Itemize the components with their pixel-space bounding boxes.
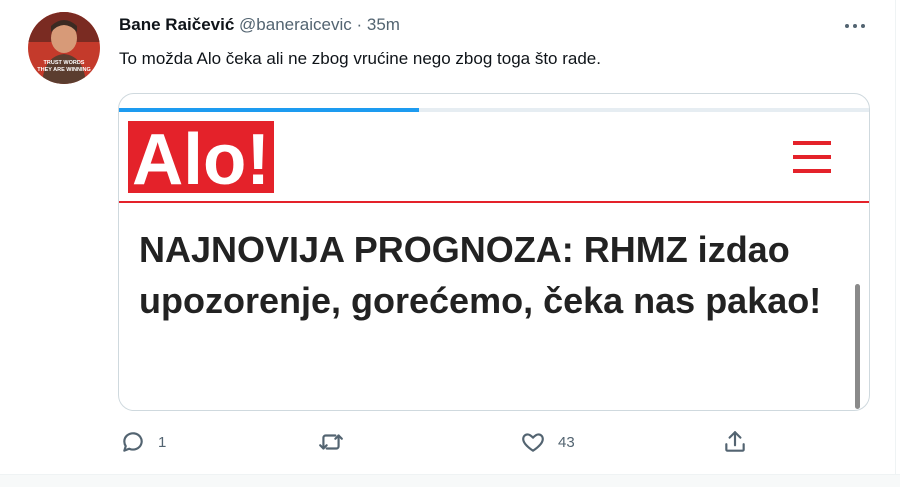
- reply-button[interactable]: 1: [120, 425, 166, 459]
- scrollbar[interactable]: [855, 284, 860, 409]
- tweet-text: To možda Alo čeka ali ne zbog vrućine ne…: [119, 49, 601, 68]
- separator-dot: ·: [356, 15, 363, 34]
- reply-count: 1: [158, 433, 167, 451]
- alo-logo: Alo!: [128, 121, 274, 193]
- heart-icon: [522, 433, 544, 452]
- avatar-text-line2: THEY ARE WINNING: [37, 67, 90, 73]
- loading-bar: [119, 108, 419, 112]
- like-count: 43: [558, 433, 575, 451]
- like-button[interactable]: 43: [520, 425, 575, 459]
- author-handle[interactable]: @baneraicevic: [239, 15, 352, 34]
- media-card[interactable]: Alo! NAJNOVIJA PROGNOZA: RHMZ izdao upoz…: [118, 93, 870, 411]
- share-icon: [725, 431, 745, 452]
- timeline-divider: [0, 474, 900, 487]
- hamburger-menu-icon[interactable]: [793, 141, 831, 173]
- author-name[interactable]: Bane Raičević: [119, 15, 234, 34]
- tweet-time[interactable]: 35m: [367, 15, 400, 34]
- retweet-button[interactable]: [318, 425, 356, 459]
- header-divider: [119, 201, 869, 203]
- avatar-text-line1: TRUST WORDS: [44, 60, 85, 66]
- alo-logo-text: Alo!: [132, 121, 270, 193]
- tweet-header: Bane Raičević @baneraicevic · 35m: [119, 14, 400, 36]
- action-bar: 1 43: [0, 425, 895, 461]
- tweet[interactable]: TRUST WORDS THEY ARE WINNING Bane Raičev…: [0, 0, 896, 474]
- retweet-icon: [319, 434, 343, 450]
- reply-icon: [123, 432, 143, 452]
- avatar[interactable]: TRUST WORDS THEY ARE WINNING: [28, 12, 100, 84]
- share-button[interactable]: [722, 425, 748, 459]
- more-options-icon[interactable]: [840, 14, 870, 38]
- article-headline: NAJNOVIJA PROGNOZA: RHMZ izdao upozorenj…: [139, 229, 822, 321]
- avatar-image: TRUST WORDS THEY ARE WINNING: [28, 12, 100, 84]
